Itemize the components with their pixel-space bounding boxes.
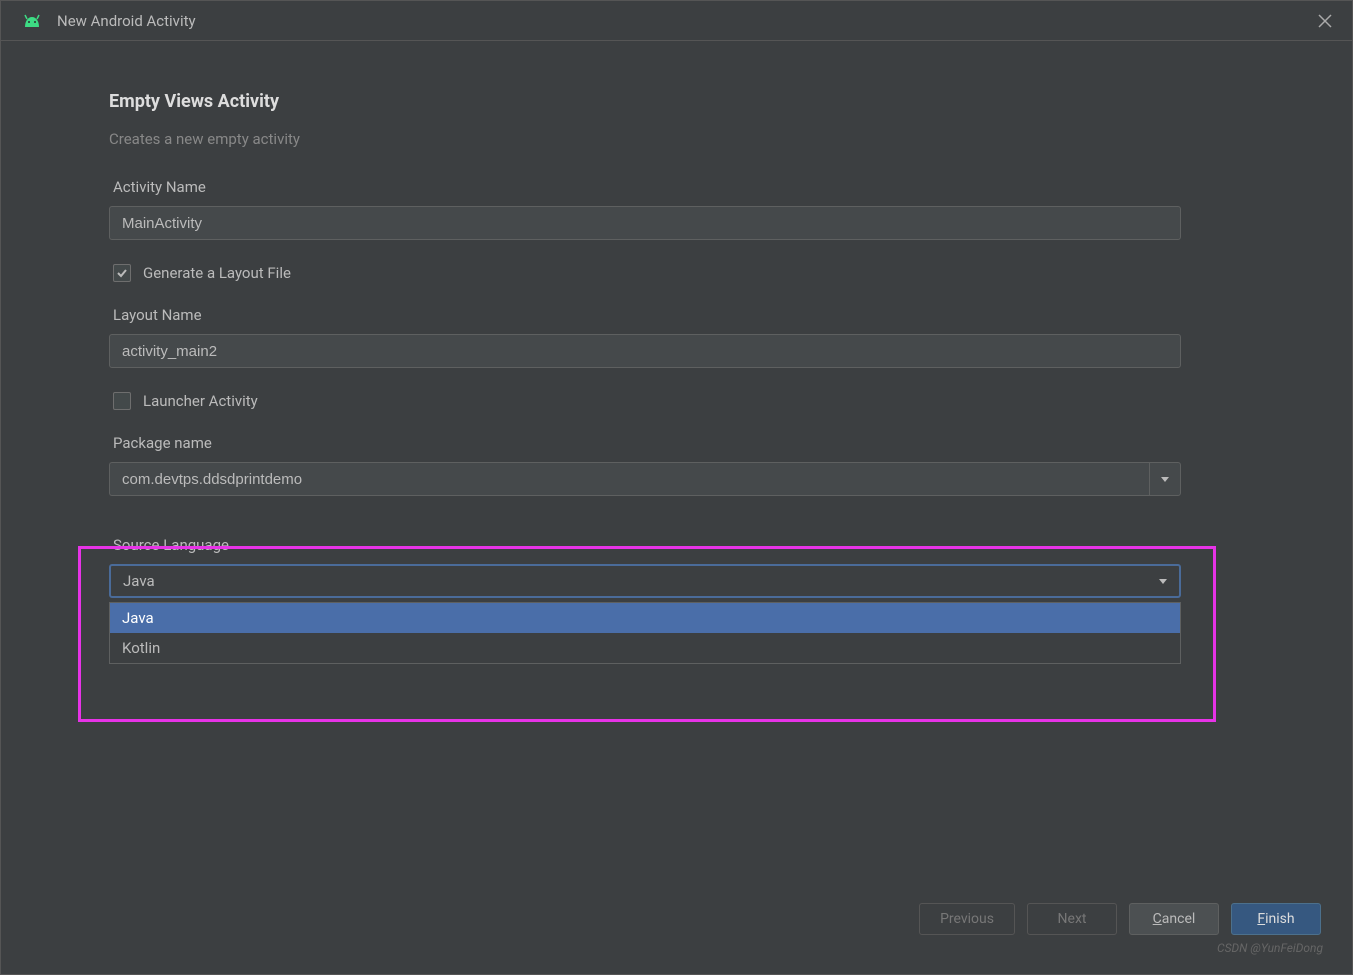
chevron-down-icon: [1159, 579, 1167, 584]
cancel-mnemonic: C: [1153, 911, 1162, 927]
content-area: Empty Views Activity Creates a new empty…: [1, 41, 1352, 664]
source-language-value: Java: [123, 572, 155, 590]
source-language-option-java[interactable]: Java: [110, 603, 1180, 633]
activity-name-group: Activity Name: [109, 178, 1252, 240]
close-button[interactable]: [1310, 6, 1340, 36]
package-name-input[interactable]: [109, 462, 1149, 496]
package-name-label: Package name: [113, 434, 1252, 452]
source-language-group: Source Language Java Java Kotlin: [109, 536, 1252, 664]
finish-mnemonic: F: [1257, 911, 1265, 927]
source-language-dropdown[interactable]: Java: [109, 564, 1181, 598]
generate-layout-label: Generate a Layout File: [143, 264, 291, 282]
watermark-text: CSDN @YunFeiDong: [1217, 941, 1323, 955]
android-icon: [21, 13, 43, 29]
source-language-option-kotlin[interactable]: Kotlin: [110, 633, 1180, 663]
section-title: Empty Views Activity: [109, 91, 1252, 112]
generate-layout-row: Generate a Layout File: [113, 264, 1252, 282]
launcher-activity-label: Launcher Activity: [143, 392, 258, 410]
cancel-button[interactable]: Cancel: [1129, 903, 1219, 935]
chevron-down-icon: [1161, 477, 1169, 482]
layout-name-label: Layout Name: [113, 306, 1252, 324]
launcher-activity-checkbox[interactable]: [113, 392, 131, 410]
launcher-activity-row: Launcher Activity: [113, 392, 1252, 410]
section-subtitle: Creates a new empty activity: [109, 130, 1252, 148]
package-name-group: Package name: [109, 434, 1252, 496]
source-language-options: Java Kotlin: [109, 602, 1181, 664]
finish-button[interactable]: Finish: [1231, 903, 1321, 935]
activity-name-input[interactable]: [109, 206, 1181, 240]
titlebar: New Android Activity: [1, 1, 1352, 41]
titlebar-left: New Android Activity: [21, 12, 196, 30]
layout-name-input[interactable]: [109, 334, 1181, 368]
dialog-window: New Android Activity Empty Views Activit…: [0, 0, 1353, 975]
generate-layout-group: Generate a Layout File: [109, 264, 1252, 282]
package-name-dropdown-button[interactable]: [1149, 462, 1181, 496]
layout-name-group: Layout Name: [109, 306, 1252, 368]
next-button: Next: [1027, 903, 1117, 935]
generate-layout-checkbox[interactable]: [113, 264, 131, 282]
previous-button: Previous: [919, 903, 1015, 935]
source-language-label: Source Language: [113, 536, 1252, 554]
launcher-activity-group: Launcher Activity: [109, 392, 1252, 410]
cancel-rest: ancel: [1162, 911, 1196, 927]
window-title: New Android Activity: [57, 12, 196, 30]
footer-buttons: Previous Next Cancel Finish: [919, 903, 1321, 935]
finish-rest: inish: [1265, 911, 1294, 927]
activity-name-label: Activity Name: [113, 178, 1252, 196]
package-name-field: [109, 462, 1181, 496]
